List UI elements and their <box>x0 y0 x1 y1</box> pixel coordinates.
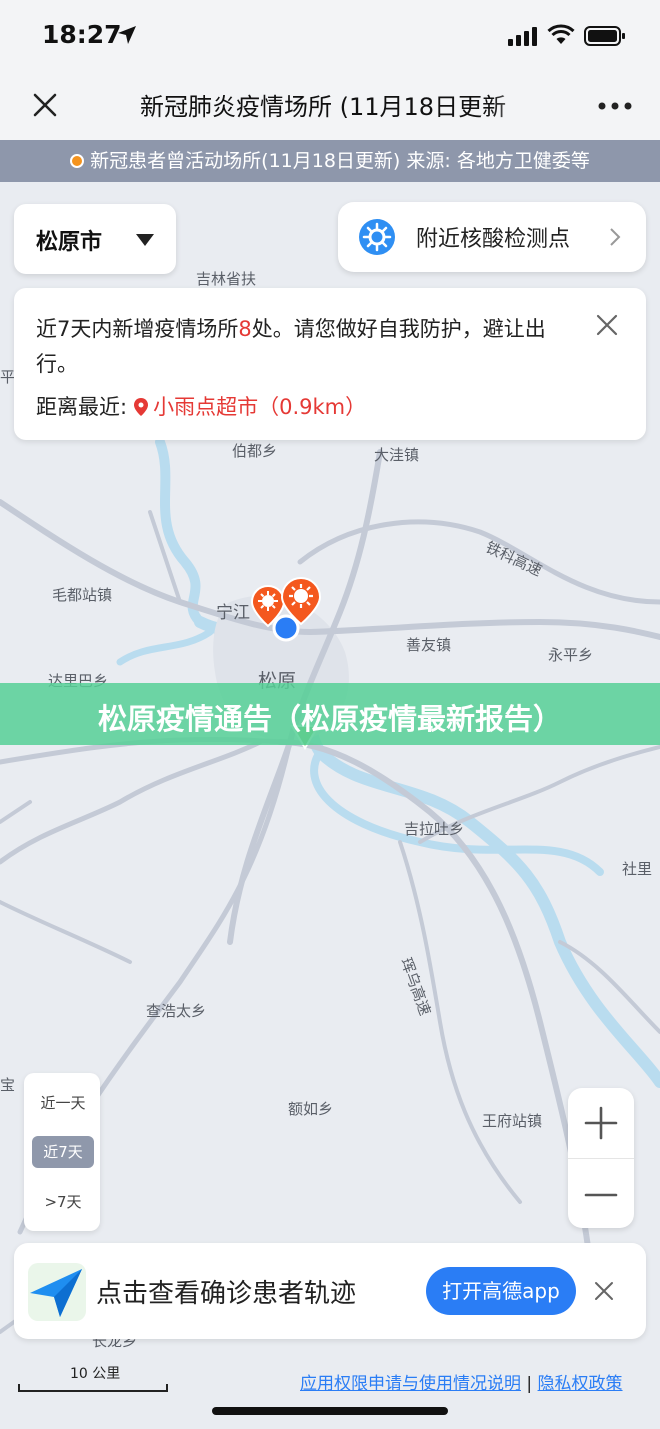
current-location-icon <box>272 614 300 642</box>
nucleic-test-button[interactable]: 附近核酸检测点 <box>338 202 646 272</box>
city-selector[interactable]: 松原市 <box>14 204 176 274</box>
time-filter-option[interactable]: >7天 <box>32 1186 94 1218</box>
time-filter-option[interactable]: 近一天 <box>32 1087 94 1119</box>
close-icon[interactable] <box>30 90 60 120</box>
notice-count: 8 <box>238 317 252 341</box>
banner-text: 松原疫情通告（松原疫情最新报告） <box>97 702 562 736</box>
notice-card: 近7天内新增疫情场所8处。请您做好自我防护，避让出行。 距离最近: 小雨点超市（0… <box>14 288 646 440</box>
status-time: 18:27 <box>42 20 122 49</box>
map-label: 毛都站镇 <box>52 586 113 604</box>
zoom-out-button[interactable] <box>568 1158 634 1228</box>
signal-icon <box>508 27 537 46</box>
nav-bar: 新冠肺炎疫情场所 (11月18日更新 <box>0 70 660 140</box>
zoom-in-button[interactable] <box>568 1088 634 1158</box>
virus-icon <box>359 219 395 255</box>
minus-icon <box>584 1193 618 1197</box>
map-label: 吉林省扶 <box>196 270 257 288</box>
map-label: 大洼镇 <box>374 446 420 464</box>
zoom-control <box>568 1088 634 1228</box>
chevron-right-icon <box>610 228 621 246</box>
map-label: 善友镇 <box>406 636 452 654</box>
map-label: 平 <box>0 368 16 386</box>
nearest-place[interactable]: 小雨点超市（0.9km） <box>153 395 366 419</box>
promo-text: 点击查看确诊患者轨迹 <box>96 1279 357 1309</box>
promo-card: 点击查看确诊患者轨迹 打开高德app <box>14 1243 646 1339</box>
notice-text-before: 近7天内新增疫情场所 <box>36 317 239 341</box>
map-label: 伯都乡 <box>232 442 278 460</box>
plus-icon <box>584 1106 618 1140</box>
privacy-link[interactable]: 隐私权政策 <box>538 1374 623 1394</box>
map-label: 宁江 <box>216 603 250 623</box>
more-options-icon[interactable] <box>598 102 632 110</box>
info-text: 新冠患者曾活动场所(11月18日更新) 来源: 各地方卫健委等 <box>90 150 590 172</box>
footer-separator: | <box>526 1374 533 1394</box>
nucleic-test-label: 附近核酸检测点 <box>416 227 571 252</box>
battery-icon <box>584 26 625 46</box>
close-icon[interactable] <box>594 1281 614 1301</box>
page-title: 新冠肺炎疫情场所 (11月18日更新 <box>140 93 507 121</box>
close-icon[interactable] <box>596 314 618 336</box>
scale-bar <box>18 1384 168 1392</box>
info-bar: 新冠患者曾活动场所(11月18日更新) 来源: 各地方卫健委等 <box>0 140 660 182</box>
open-app-button[interactable]: 打开高德app <box>426 1267 576 1315</box>
map-label: 王府站镇 <box>482 1112 543 1130</box>
permission-link[interactable]: 应用权限申请与使用情况说明 <box>300 1374 521 1394</box>
orange-dot-icon <box>70 154 85 168</box>
nearest-row[interactable]: 距离最近: 小雨点超市（0.9km） <box>36 391 366 421</box>
map-label: 查浩太乡 <box>146 1002 207 1020</box>
location-arrow-icon <box>118 26 136 44</box>
nearest-label: 距离最近: <box>36 395 128 419</box>
caret-down-icon <box>136 234 154 246</box>
city-label: 松原市 <box>36 230 103 255</box>
amap-logo-icon <box>28 1263 86 1321</box>
footer-links: 应用权限申请与使用情况说明 | 隐私权政策 <box>300 1369 623 1394</box>
scale-label: 10 公里 <box>70 1366 121 1382</box>
notice-text: 近7天内新增疫情场所8处。请您做好自我防护，避让出行。 <box>36 312 581 382</box>
title-banner: 松原疫情通告（松原疫情最新报告） <box>0 683 660 745</box>
map-label: 社里 <box>622 860 653 878</box>
home-indicator[interactable] <box>212 1407 448 1415</box>
map-label: 吉拉吐乡 <box>404 820 465 838</box>
location-pin-icon <box>134 398 149 416</box>
time-filter-option-active[interactable]: 近7天 <box>32 1136 94 1168</box>
map-label: 宝 <box>0 1076 16 1094</box>
map-label: 永平乡 <box>548 646 594 664</box>
time-filter: 近一天 近7天 >7天 <box>24 1073 100 1231</box>
wifi-icon <box>547 24 575 44</box>
map-label: 额如乡 <box>288 1100 334 1118</box>
status-bar: 18:27 <box>0 0 660 70</box>
